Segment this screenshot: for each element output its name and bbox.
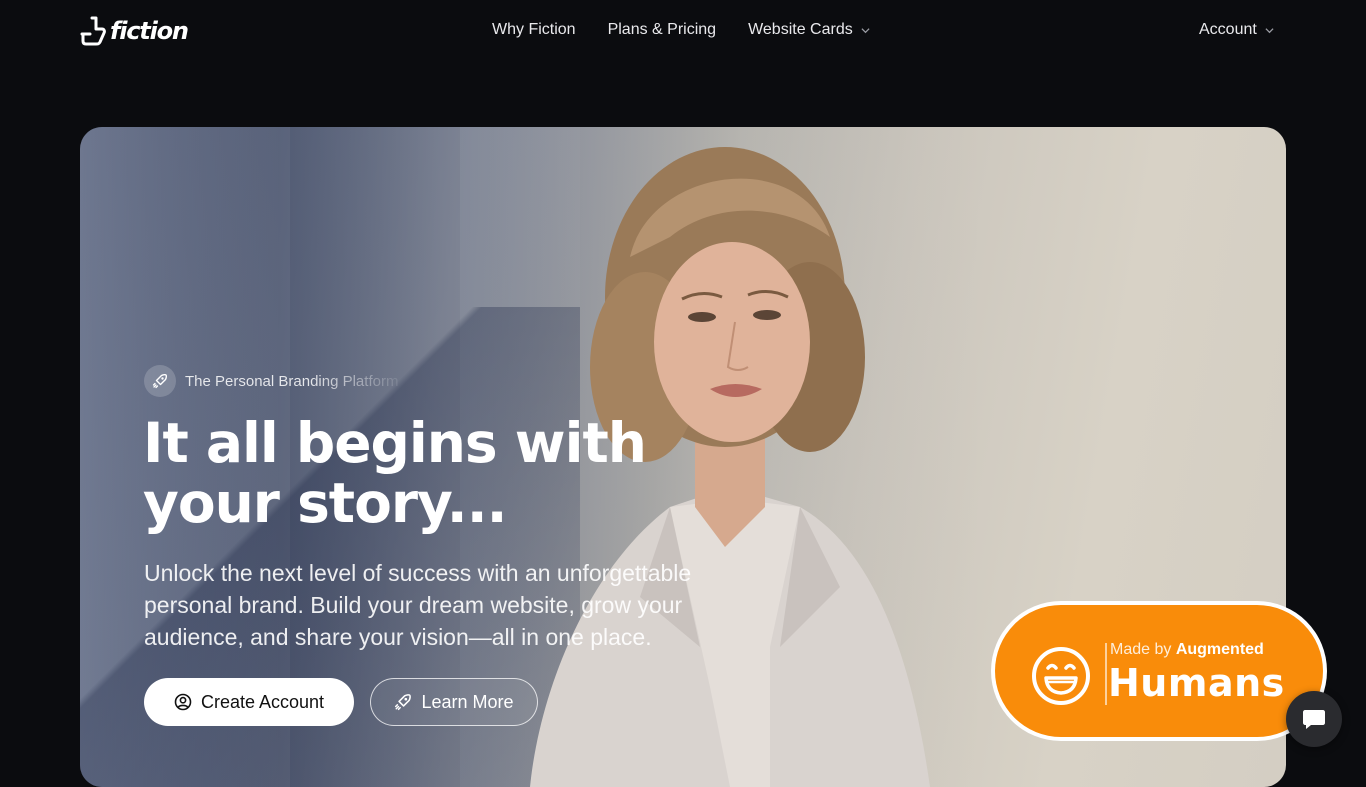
top-nav: fiction Why Fiction Plans & Pricing Webs… [0, 0, 1366, 66]
chevron-down-icon [1265, 27, 1274, 33]
learn-more-label: Learn More [421, 691, 514, 712]
made-by-divider [1105, 643, 1107, 705]
made-by-caption: Made by Augmented [1110, 641, 1264, 659]
nav-plans-pricing[interactable]: Plans & Pricing [608, 21, 717, 39]
brand-name: fiction [110, 17, 189, 45]
learn-more-button[interactable]: Learn More [370, 678, 538, 726]
account-label: Account [1199, 21, 1257, 38]
chevron-down-icon [861, 27, 870, 33]
chat-icon [1303, 710, 1325, 729]
rocket-icon [395, 694, 412, 711]
made-by-humans-text: Humans [1108, 661, 1285, 705]
platform-badge-text: The Personal Branding Platform [185, 373, 411, 390]
platform-badge: The Personal Branding Platform [144, 365, 411, 397]
nav-website-cards[interactable]: Website Cards [748, 21, 870, 39]
made-by-strong: Augmented [1175, 641, 1264, 658]
hero-headline-line-1: It all begins with [143, 411, 647, 475]
user-circle-icon [174, 693, 192, 711]
made-by-prefix: Made by [1110, 641, 1172, 658]
chat-launcher-button[interactable] [1286, 691, 1342, 747]
made-by-badge-inner: Made by Augmented Humans [995, 605, 1323, 737]
create-account-label: Create Account [200, 691, 325, 712]
nav-why-fiction[interactable]: Why Fiction [492, 21, 576, 39]
hero-subtext: Unlock the next level of success with an… [144, 560, 692, 650]
nav-why-fiction-label: Why Fiction [492, 21, 576, 38]
hero-headline-line-2: your story... [143, 471, 507, 535]
nav-website-cards-label: Website Cards [748, 21, 853, 38]
account-menu[interactable]: Account [1199, 21, 1274, 39]
made-by-augmented-humans-badge[interactable]: Made by Augmented Humans [991, 601, 1327, 741]
main-menu: Why Fiction Plans & Pricing Website Card… [492, 21, 870, 39]
smiley-icon [1032, 647, 1090, 705]
fiction-logo-icon [80, 16, 106, 46]
hero-headline: It all begins with your story... [143, 413, 743, 533]
nav-plans-pricing-label: Plans & Pricing [607, 21, 717, 38]
brand-logo[interactable]: fiction [80, 16, 189, 46]
create-account-button[interactable]: Create Account [144, 678, 354, 726]
rocket-icon [144, 365, 176, 397]
